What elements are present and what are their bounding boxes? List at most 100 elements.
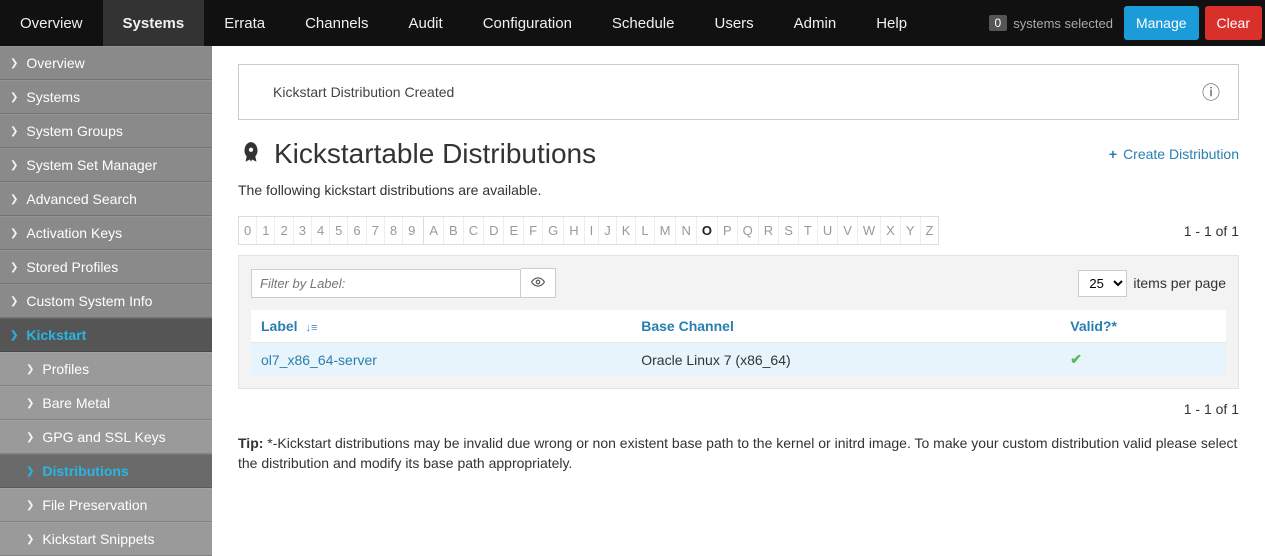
page-description: The following kickstart distributions ar… xyxy=(238,182,1239,198)
alpha-b[interactable]: B xyxy=(444,217,464,244)
chevron-right-icon: ❯ xyxy=(10,58,18,69)
alpha-4[interactable]: 4 xyxy=(312,217,330,244)
nav-help[interactable]: Help xyxy=(856,0,927,46)
sidebar-item-file-preservation[interactable]: ❯ File Preservation xyxy=(0,488,212,522)
alpha-t[interactable]: T xyxy=(799,217,818,244)
page-title: Kickstartable Distributions xyxy=(274,138,596,170)
items-per-page-select[interactable]: 25 xyxy=(1078,270,1127,297)
chevron-right-icon: ❯ xyxy=(10,262,18,273)
main-content: Kickstart Distribution Created ⓘ Kicksta… xyxy=(212,46,1265,556)
alpha-i[interactable]: I xyxy=(585,217,600,244)
alpha-3[interactable]: 3 xyxy=(294,217,312,244)
nav-admin[interactable]: Admin xyxy=(774,0,857,46)
systems-selected-count: 0 xyxy=(989,15,1008,31)
manage-button[interactable]: Manage xyxy=(1124,6,1199,40)
create-distribution-label: Create Distribution xyxy=(1123,146,1239,162)
alpha-2[interactable]: 2 xyxy=(275,217,293,244)
alpha-h[interactable]: H xyxy=(564,217,584,244)
nav-errata[interactable]: Errata xyxy=(204,0,285,46)
alpha-l[interactable]: L xyxy=(636,217,654,244)
chevron-right-icon: ❯ xyxy=(10,194,18,205)
sidebar-item-system-set-manager[interactable]: ❯System Set Manager xyxy=(0,148,212,182)
info-icon: ⓘ xyxy=(1202,79,1220,105)
alpha-g[interactable]: G xyxy=(543,217,564,244)
alpha-e[interactable]: E xyxy=(504,217,524,244)
nav-systems[interactable]: Systems xyxy=(103,0,205,46)
col-label[interactable]: Label ↓≡ xyxy=(251,310,631,343)
systems-selected-label: systems selected xyxy=(1013,16,1113,31)
nav-audit[interactable]: Audit xyxy=(388,0,462,46)
chevron-right-icon: ❯ xyxy=(10,126,18,137)
rocket-icon xyxy=(238,140,264,169)
alpha-w[interactable]: W xyxy=(858,217,881,244)
chevron-right-icon: ❯ xyxy=(26,500,34,511)
alpha-d[interactable]: D xyxy=(484,217,504,244)
sidebar-item-activation-keys[interactable]: ❯Activation Keys xyxy=(0,216,212,250)
systems-selected[interactable]: 0 systems selected xyxy=(989,0,1121,46)
nav-configuration[interactable]: Configuration xyxy=(463,0,592,46)
nav-schedule[interactable]: Schedule xyxy=(592,0,695,46)
alpha-p[interactable]: P xyxy=(718,217,738,244)
alpha-9[interactable]: 9 xyxy=(403,217,424,244)
alpha-1[interactable]: 1 xyxy=(257,217,275,244)
sidebar-item-system-groups[interactable]: ❯System Groups xyxy=(0,114,212,148)
filter-by-label-input[interactable] xyxy=(251,269,521,298)
distribution-link[interactable]: ol7_x86_64-server xyxy=(261,352,377,368)
table-container: 25 items per page Label ↓≡ Base Channel xyxy=(238,255,1239,389)
sidebar-item-systems[interactable]: ❯Systems xyxy=(0,80,212,114)
alpha-0[interactable]: 0 xyxy=(239,217,257,244)
chevron-right-icon: ❯ xyxy=(10,92,18,103)
create-distribution-link[interactable]: + Create Distribution xyxy=(1109,146,1239,162)
table-row: ol7_x86_64-serverOracle Linux 7 (x86_64)… xyxy=(251,343,1226,377)
chevron-right-icon: ❯ xyxy=(26,432,34,443)
alpha-j[interactable]: J xyxy=(599,217,617,244)
nav-overview[interactable]: Overview xyxy=(0,0,103,46)
col-base-channel[interactable]: Base Channel xyxy=(631,310,1060,343)
alpha-v[interactable]: V xyxy=(838,217,858,244)
alpha-k[interactable]: K xyxy=(617,217,637,244)
filter-apply-button[interactable] xyxy=(521,268,556,298)
sidebar-item-stored-profiles[interactable]: ❯ Stored Profiles xyxy=(0,250,212,284)
alpha-x[interactable]: X xyxy=(881,217,901,244)
alpha-q[interactable]: Q xyxy=(738,217,759,244)
alpha-pager: 0123456789ABCDEFGHIJKLMNOPQRSTUVWXYZ xyxy=(238,216,939,245)
sidebar-item-kickstart-snippets[interactable]: ❯Kickstart Snippets xyxy=(0,522,212,556)
alpha-m[interactable]: M xyxy=(655,217,677,244)
alpha-6[interactable]: 6 xyxy=(348,217,366,244)
alpha-z[interactable]: Z xyxy=(921,217,939,244)
sidebar-item-overview[interactable]: ❯Overview xyxy=(0,46,212,80)
chevron-right-icon: ❯ xyxy=(10,296,18,307)
sidebar-item-distributions[interactable]: ❯Distributions xyxy=(0,454,212,488)
sidebar-item-label: Activation Keys xyxy=(26,225,122,241)
col-valid[interactable]: Valid?* xyxy=(1060,310,1226,343)
alpha-y[interactable]: Y xyxy=(901,217,921,244)
result-range-bottom: 1 - 1 of 1 xyxy=(1184,401,1239,417)
alpha-n[interactable]: N xyxy=(676,217,696,244)
alpha-5[interactable]: 5 xyxy=(330,217,348,244)
alpha-a[interactable]: A xyxy=(424,217,444,244)
sidebar-item-profiles[interactable]: ❯Profiles xyxy=(0,352,212,386)
alpha-r[interactable]: R xyxy=(759,217,779,244)
sidebar-item-advanced-search[interactable]: ❯Advanced Search xyxy=(0,182,212,216)
nav-users[interactable]: Users xyxy=(694,0,773,46)
alpha-7[interactable]: 7 xyxy=(367,217,385,244)
nav-channels[interactable]: Channels xyxy=(285,0,388,46)
sidebar-item-label: File Preservation xyxy=(42,497,147,513)
sidebar-item-bare-metal[interactable]: ❯Bare Metal xyxy=(0,386,212,420)
alpha-o[interactable]: O xyxy=(697,217,718,244)
page-header: Kickstartable Distributions + Create Dis… xyxy=(238,138,1239,170)
check-icon: ✔ xyxy=(1070,351,1082,367)
valid-cell: ✔ xyxy=(1060,343,1226,377)
sidebar-item-custom-system-info[interactable]: ❯Custom System Info xyxy=(0,284,212,318)
sidebar-item-label: Stored Profiles xyxy=(26,259,118,275)
alpha-f[interactable]: F xyxy=(524,217,543,244)
sidebar-item-gpg-and-ssl-keys[interactable]: ❯GPG and SSL Keys xyxy=(0,420,212,454)
alpha-8[interactable]: 8 xyxy=(385,217,403,244)
alpha-s[interactable]: S xyxy=(779,217,799,244)
sidebar-item-kickstart[interactable]: ❯Kickstart xyxy=(0,318,212,352)
clear-button[interactable]: Clear xyxy=(1205,6,1262,40)
alpha-u[interactable]: U xyxy=(818,217,838,244)
alpha-c[interactable]: C xyxy=(464,217,484,244)
sort-icon: ↓≡ xyxy=(305,322,317,334)
sidebar-item-label: Kickstart Snippets xyxy=(42,531,154,547)
